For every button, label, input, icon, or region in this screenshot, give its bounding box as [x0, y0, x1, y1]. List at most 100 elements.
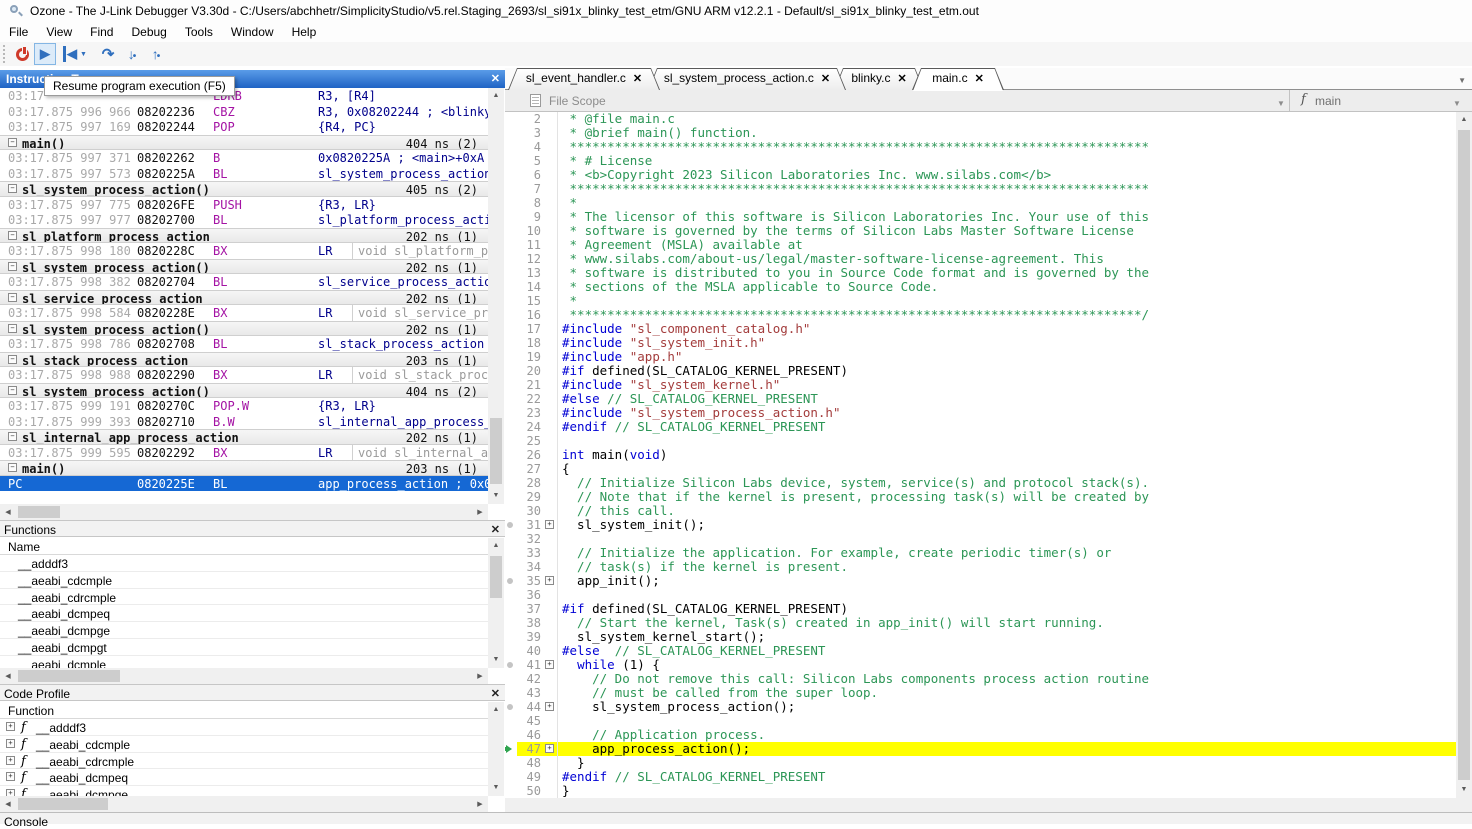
line-number[interactable]: 48 — [517, 756, 541, 770]
menu-item-file[interactable]: File — [0, 22, 37, 42]
line-number[interactable]: 13 — [517, 266, 541, 280]
line-number[interactable]: 50 — [517, 784, 541, 798]
code-line[interactable]: 48 } — [505, 756, 1456, 770]
line-number[interactable]: 44 — [517, 700, 541, 714]
trace-group-row[interactable]: −sl_platform_process_action202 ns (1) — [0, 228, 488, 244]
tab-sl_system_process_action-c[interactable]: sl_system_process_action.c✕ — [648, 68, 846, 90]
scroll-right-icon[interactable]: ▶ — [472, 796, 488, 812]
code-line[interactable]: 22#else // SL_CATALOG_KERNEL_PRESENT — [505, 392, 1456, 406]
line-number[interactable]: 6 — [517, 168, 541, 182]
code-line[interactable]: 50} — [505, 784, 1456, 798]
close-icon[interactable]: ✕ — [491, 523, 500, 536]
line-number[interactable]: 7 — [517, 182, 541, 196]
tab-blinky-c[interactable]: blinky.c✕ — [834, 68, 924, 90]
code-profile-item[interactable]: +f__aeabi_dcmpge — [0, 786, 488, 796]
function-list-item[interactable]: __aeabi_dcmpgt — [0, 639, 488, 656]
line-number[interactable]: 10 — [517, 224, 541, 238]
functions-vscrollbar[interactable]: ▲ ▼ — [488, 538, 504, 668]
expand-icon[interactable]: + — [6, 722, 15, 731]
step-out-button[interactable]: ↑ — [146, 43, 166, 65]
scroll-thumb[interactable] — [490, 556, 502, 598]
scroll-down-icon[interactable]: ▼ — [1456, 782, 1472, 798]
code-line[interactable]: 36 — [505, 588, 1456, 602]
line-number[interactable]: 27 — [517, 462, 541, 476]
step-into-button[interactable]: ↓ — [122, 43, 142, 65]
close-icon[interactable]: ✕ — [491, 687, 500, 700]
line-number[interactable]: 16 — [517, 308, 541, 322]
line-number[interactable]: 14 — [517, 280, 541, 294]
collapse-icon[interactable]: − — [8, 432, 17, 441]
scroll-down-icon[interactable]: ▼ — [488, 780, 504, 796]
scroll-up-icon[interactable]: ▲ — [488, 88, 504, 104]
code-line[interactable]: 47+ app_process_action(); — [505, 742, 1456, 756]
line-number[interactable]: 12 — [517, 252, 541, 266]
trace-row[interactable]: 03:17.875 998 98808202290BXLRvoid sl_sta… — [0, 367, 488, 383]
trace-group-row[interactable]: −sl_system_process_action()202 ns (1) — [0, 321, 488, 337]
code-line[interactable]: 9 * The licensor of this software is Sil… — [505, 210, 1456, 224]
code-line[interactable]: 34 // task(s) if the kernel is present. — [505, 560, 1456, 574]
code-profile-item[interactable]: +f__adddf3 — [0, 719, 488, 736]
function-list-item[interactable]: __aeabi_dcmpeq — [0, 605, 488, 622]
function-selector-dropdown[interactable]: main — [1315, 94, 1341, 108]
trace-row[interactable]: 03:17.875 997 5730820225ABLsl_system_pro… — [0, 166, 488, 182]
trace-group-row[interactable]: −sl_system_process_action()405 ns (2) — [0, 181, 488, 197]
code-line[interactable]: 14 * sections of the MSLA applicable to … — [505, 280, 1456, 294]
line-number[interactable]: 19 — [517, 350, 541, 364]
scroll-thumb[interactable] — [490, 418, 502, 484]
trace-group-row[interactable]: −sl_service_process_action202 ns (1) — [0, 290, 488, 306]
scroll-right-icon[interactable]: ▶ — [472, 504, 488, 520]
code-line[interactable]: 43 // must be called from the super loop… — [505, 686, 1456, 700]
expand-icon[interactable]: + — [6, 739, 15, 748]
code-profile-item[interactable]: +f__aeabi_cdcmple — [0, 736, 488, 753]
code-line[interactable]: 8 * — [505, 196, 1456, 210]
code-line[interactable]: 17#include "sl_component_catalog.h" — [505, 322, 1456, 336]
chevron-down-icon[interactable]: ▼ — [1453, 99, 1461, 108]
line-number[interactable]: 43 — [517, 686, 541, 700]
collapse-icon[interactable]: − — [8, 355, 17, 364]
code-line[interactable]: 38 // Start the kernel, Task(s) created … — [505, 616, 1456, 630]
resume-button[interactable]: ▶ — [34, 43, 56, 65]
functions-column-header[interactable]: Name — [0, 538, 488, 555]
line-number[interactable]: 11 — [517, 238, 541, 252]
collapse-icon[interactable]: − — [8, 184, 17, 193]
menu-item-view[interactable]: View — [37, 22, 81, 42]
scroll-left-icon[interactable]: ◀ — [0, 796, 16, 812]
code-line[interactable]: 39 sl_system_kernel_start(); — [505, 630, 1456, 644]
scroll-up-icon[interactable]: ▲ — [488, 702, 504, 718]
trace-row[interactable]: 03:17.875 999 1910820270CPOP.W{R3, LR} — [0, 398, 488, 414]
code-line[interactable]: 6 * <b>Copyright 2023 Silicon Laboratori… — [505, 168, 1456, 182]
execution-marker-icon[interactable] — [507, 578, 513, 584]
code-profile-column-header[interactable]: Function — [0, 702, 488, 719]
code-line[interactable]: 27{ — [505, 462, 1456, 476]
trace-group-row[interactable]: −sl_system_process_action()202 ns (1) — [0, 259, 488, 275]
expand-icon[interactable]: + — [545, 520, 554, 529]
line-number[interactable]: 45 — [517, 714, 541, 728]
functions-panel-header[interactable]: Functions ✕ — [0, 520, 505, 537]
function-list-item[interactable]: __adddf3 — [0, 555, 488, 572]
line-number[interactable]: 26 — [517, 448, 541, 462]
code-line[interactable]: 40#else // SL_CATALOG_KERNEL_PRESENT — [505, 644, 1456, 658]
expand-icon[interactable]: + — [6, 772, 15, 781]
code-line[interactable]: 46 // Application process. — [505, 728, 1456, 742]
line-number[interactable]: 28 — [517, 476, 541, 490]
tab-overflow-icon[interactable]: ▼ — [1458, 76, 1466, 85]
line-number[interactable]: 39 — [517, 630, 541, 644]
trace-group-row[interactable]: −sl_internal_app_process_action202 ns (1… — [0, 429, 488, 445]
code-line[interactable]: 41+ while (1) { — [505, 658, 1456, 672]
console-panel-header[interactable]: Console — [0, 812, 1472, 824]
line-number[interactable]: 32 — [517, 532, 541, 546]
trace-group-row[interactable]: −main()404 ns (2) — [0, 135, 488, 151]
code-line[interactable]: 18#include "sl_system_init.h" — [505, 336, 1456, 350]
code-line[interactable]: 45 — [505, 714, 1456, 728]
code-line[interactable]: 28 // Initialize Silicon Labs device, sy… — [505, 476, 1456, 490]
code-profile-item[interactable]: +f__aeabi_cdrcmple — [0, 753, 488, 770]
scroll-thumb[interactable] — [18, 506, 60, 518]
toolbar-grip[interactable] — [3, 45, 5, 63]
line-number[interactable]: 37 — [517, 602, 541, 616]
scroll-down-icon[interactable]: ▼ — [488, 652, 504, 668]
close-icon[interactable]: ✕ — [821, 73, 830, 85]
trace-row[interactable]: 03:17.875 997 37108202262B0x0820225A ; <… — [0, 150, 488, 166]
code-line[interactable]: 11 * Agreement (MSLA) available at — [505, 238, 1456, 252]
line-number[interactable]: 38 — [517, 616, 541, 630]
trace-row[interactable]: 03:17.875 997 775082026FEPUSH{R3, LR} — [0, 197, 488, 213]
